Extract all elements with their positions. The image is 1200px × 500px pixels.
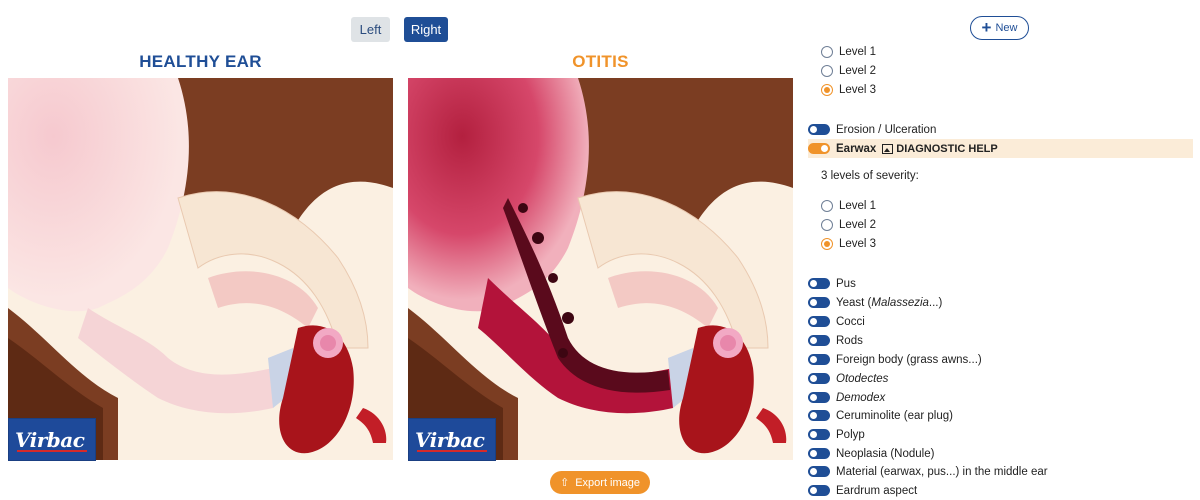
finding-rods[interactable]: Rods bbox=[808, 331, 1193, 350]
finding-cocci[interactable]: Cocci bbox=[808, 312, 1193, 331]
finding-label: Neoplasia (Nodule) bbox=[836, 447, 935, 460]
new-button[interactable]: + New bbox=[970, 16, 1029, 40]
right-side-button[interactable]: Right bbox=[404, 17, 448, 42]
level-option[interactable]: Level 2 bbox=[808, 215, 1193, 234]
finding-label: Polyp bbox=[836, 428, 865, 441]
finding-label: Material (earwax, pus...) in the middle … bbox=[836, 465, 1048, 478]
finding-otodectes[interactable]: Otodectes bbox=[808, 369, 1193, 388]
toggle-switch[interactable] bbox=[808, 278, 830, 289]
level-option[interactable]: Level 3 bbox=[808, 80, 1193, 99]
export-label: Export image bbox=[575, 476, 641, 489]
finding-middle-ear-material[interactable]: Material (earwax, pus...) in the middle … bbox=[808, 462, 1193, 481]
toggle-switch[interactable] bbox=[808, 410, 830, 421]
finding-label: Foreign body (grass awns...) bbox=[836, 353, 982, 366]
finding-eardrum-aspect[interactable]: Eardrum aspect bbox=[808, 481, 1193, 500]
finding-label: Eardrum aspect bbox=[836, 484, 918, 497]
finding-foreign-body[interactable]: Foreign body (grass awns...) bbox=[808, 350, 1193, 369]
radio-button[interactable] bbox=[821, 64, 833, 77]
radio-button[interactable] bbox=[821, 45, 833, 58]
level-label: Level 3 bbox=[839, 83, 877, 96]
finding-label: Pus bbox=[836, 277, 856, 290]
finding-erosion[interactable]: Erosion / Ulceration bbox=[808, 120, 1193, 139]
finding-earwax[interactable]: Earwax DIAGNOSTIC HELP bbox=[808, 139, 1193, 158]
finding-demodex[interactable]: Demodex bbox=[808, 388, 1193, 407]
level-label: Level 2 bbox=[839, 64, 877, 77]
toggle-switch[interactable] bbox=[808, 335, 830, 346]
toggle-switch[interactable] bbox=[808, 316, 830, 327]
finding-label: Yeast (Malassezia...) bbox=[836, 296, 943, 309]
radio-button-selected[interactable] bbox=[821, 237, 833, 250]
finding-label: Demodex bbox=[836, 391, 886, 404]
logo-text: Virbac bbox=[415, 428, 485, 452]
toggle-switch[interactable] bbox=[808, 297, 830, 308]
image-icon bbox=[882, 143, 894, 154]
virbac-logo-right: Virbac bbox=[408, 418, 496, 461]
healthy-ear-illustration bbox=[8, 78, 393, 460]
severity-text: 3 levels of severity: bbox=[821, 170, 919, 182]
level-label: Level 1 bbox=[839, 199, 877, 212]
finding-label: Ceruminolite (ear plug) bbox=[836, 409, 953, 422]
healthy-ear-title: HEALTHY EAR bbox=[139, 52, 262, 71]
level-option[interactable]: Level 1 bbox=[808, 196, 1193, 215]
finding-label: Erosion / Ulceration bbox=[836, 123, 937, 136]
level-option[interactable]: Level 2 bbox=[808, 61, 1193, 80]
toggle-switch[interactable] bbox=[808, 466, 830, 477]
left-side-button[interactable]: Left bbox=[351, 17, 390, 42]
toggle-switch-on[interactable] bbox=[808, 143, 830, 154]
finding-ceruminolite[interactable]: Ceruminolite (ear plug) bbox=[808, 406, 1193, 425]
radio-button[interactable] bbox=[821, 199, 833, 212]
finding-label: Cocci bbox=[836, 315, 865, 328]
level-label: Level 1 bbox=[839, 45, 877, 58]
toggle-switch[interactable] bbox=[808, 485, 830, 496]
diagnostic-label: DIAGNOSTIC HELP bbox=[896, 142, 998, 155]
radio-button[interactable] bbox=[821, 218, 833, 231]
finding-label: Otodectes bbox=[836, 372, 889, 385]
toggle-switch[interactable] bbox=[808, 124, 830, 135]
level-label: Level 2 bbox=[839, 218, 877, 231]
level-option[interactable]: Level 3 bbox=[808, 234, 1193, 253]
new-label: New bbox=[995, 22, 1018, 34]
finding-polyp[interactable]: Polyp bbox=[808, 425, 1193, 444]
logo-text: Virbac bbox=[15, 428, 85, 452]
otitis-title: OTITIS bbox=[572, 52, 629, 71]
finding-neoplasia[interactable]: Neoplasia (Nodule) bbox=[808, 444, 1193, 463]
radio-button-selected[interactable] bbox=[821, 83, 833, 96]
level-option[interactable]: Level 1 bbox=[808, 44, 1193, 61]
export-icon: ⇧ bbox=[559, 477, 570, 489]
otitis-ear-illustration bbox=[408, 78, 793, 460]
toggle-switch[interactable] bbox=[808, 354, 830, 365]
diagnostic-help-link[interactable]: DIAGNOSTIC HELP bbox=[882, 142, 998, 155]
finding-label: Rods bbox=[836, 334, 863, 347]
finding-label: Earwax bbox=[836, 142, 877, 155]
finding-yeast[interactable]: Yeast (Malassezia...) bbox=[808, 293, 1193, 312]
level-label: Level 3 bbox=[839, 237, 877, 250]
plus-icon: + bbox=[981, 17, 992, 37]
export-image-button[interactable]: ⇧ Export image bbox=[550, 471, 650, 494]
finding-pus[interactable]: Pus bbox=[808, 274, 1193, 293]
toggle-switch[interactable] bbox=[808, 448, 830, 459]
toggle-switch[interactable] bbox=[808, 373, 830, 384]
toggle-switch[interactable] bbox=[808, 429, 830, 440]
virbac-logo-left: Virbac bbox=[8, 418, 96, 461]
toggle-switch[interactable] bbox=[808, 392, 830, 403]
findings-panel: Level 1 Level 2 Level 3 Erosion / Ulcera… bbox=[808, 44, 1193, 500]
